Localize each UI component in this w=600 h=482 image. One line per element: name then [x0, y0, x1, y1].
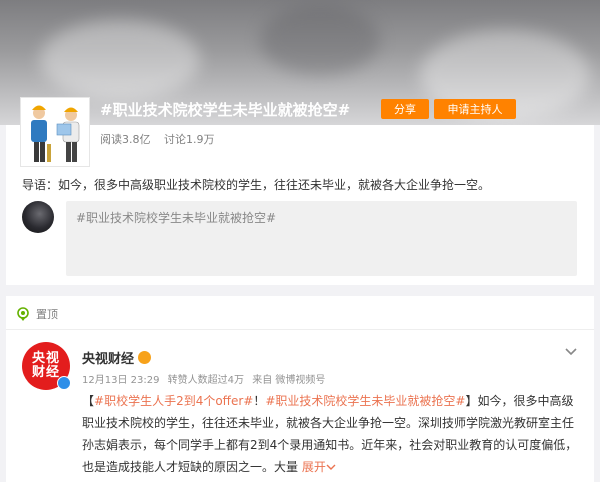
- post-content: 【#职校学生人手2到4个offer#！#职业技术院校学生未毕业就被抢空#】如今，…: [82, 390, 578, 478]
- apply-host-button[interactable]: 申请主持人: [434, 99, 516, 119]
- avatar-text-bottom: 财经: [31, 365, 60, 380]
- hashtag-offer[interactable]: #职校学生人手2到4个offer#: [94, 394, 253, 408]
- read-count: 阅读3.8亿: [100, 133, 151, 146]
- pin-icon: [17, 307, 29, 321]
- author-row: 央视财经: [82, 348, 152, 367]
- topic-stats: 阅读3.8亿 讨论1.9万: [100, 131, 225, 147]
- exclamation: ！: [253, 394, 266, 408]
- expand-label[interactable]: 展开: [302, 460, 326, 474]
- topic-intro: 导语：如今，很多中高级职业技术院校的学生，往往还未毕业，就被各大企业争抢一空。: [22, 178, 491, 192]
- share-button[interactable]: 分享: [381, 99, 429, 119]
- user-avatar[interactable]: [22, 201, 54, 233]
- topic-title[interactable]: #职业技术院校学生未毕业就被抢空#: [100, 99, 350, 120]
- expand-link[interactable]: 展开: [302, 460, 336, 474]
- avatar-text-top: 央视: [31, 351, 60, 366]
- pinned-row: 置顶: [16, 306, 58, 322]
- crown-icon[interactable]: [138, 351, 152, 364]
- verified-icon: [57, 376, 71, 390]
- pinned-label: 置顶: [36, 308, 58, 321]
- expand-chevron-icon: [326, 464, 336, 470]
- post-meta: 12月13日 23:29 转赞人数超过4万 来自 微博视频号: [82, 371, 330, 386]
- post-source[interactable]: 来自 微博视频号: [252, 375, 325, 386]
- hashtag-topic[interactable]: #职业技术院校学生未毕业就被抢空#: [265, 394, 465, 408]
- topic-thumbnail: [20, 97, 90, 167]
- post-date[interactable]: 12月13日 23:29: [82, 375, 159, 386]
- open-bracket: 【: [82, 394, 95, 408]
- chevron-down-icon[interactable]: [564, 344, 578, 358]
- compose-input[interactable]: #职业技术院校学生未毕业就被抢空#: [66, 201, 577, 276]
- divider: [6, 329, 594, 330]
- discussion-count: 讨论1.9万: [164, 133, 215, 146]
- post-likes: 转赞人数超过4万: [167, 375, 245, 386]
- author-name[interactable]: 央视财经: [82, 348, 134, 367]
- feed-card: 置顶 央视 财经 央视财经 12月13日 23:29 转赞人数超过4万 来自 微…: [6, 296, 594, 482]
